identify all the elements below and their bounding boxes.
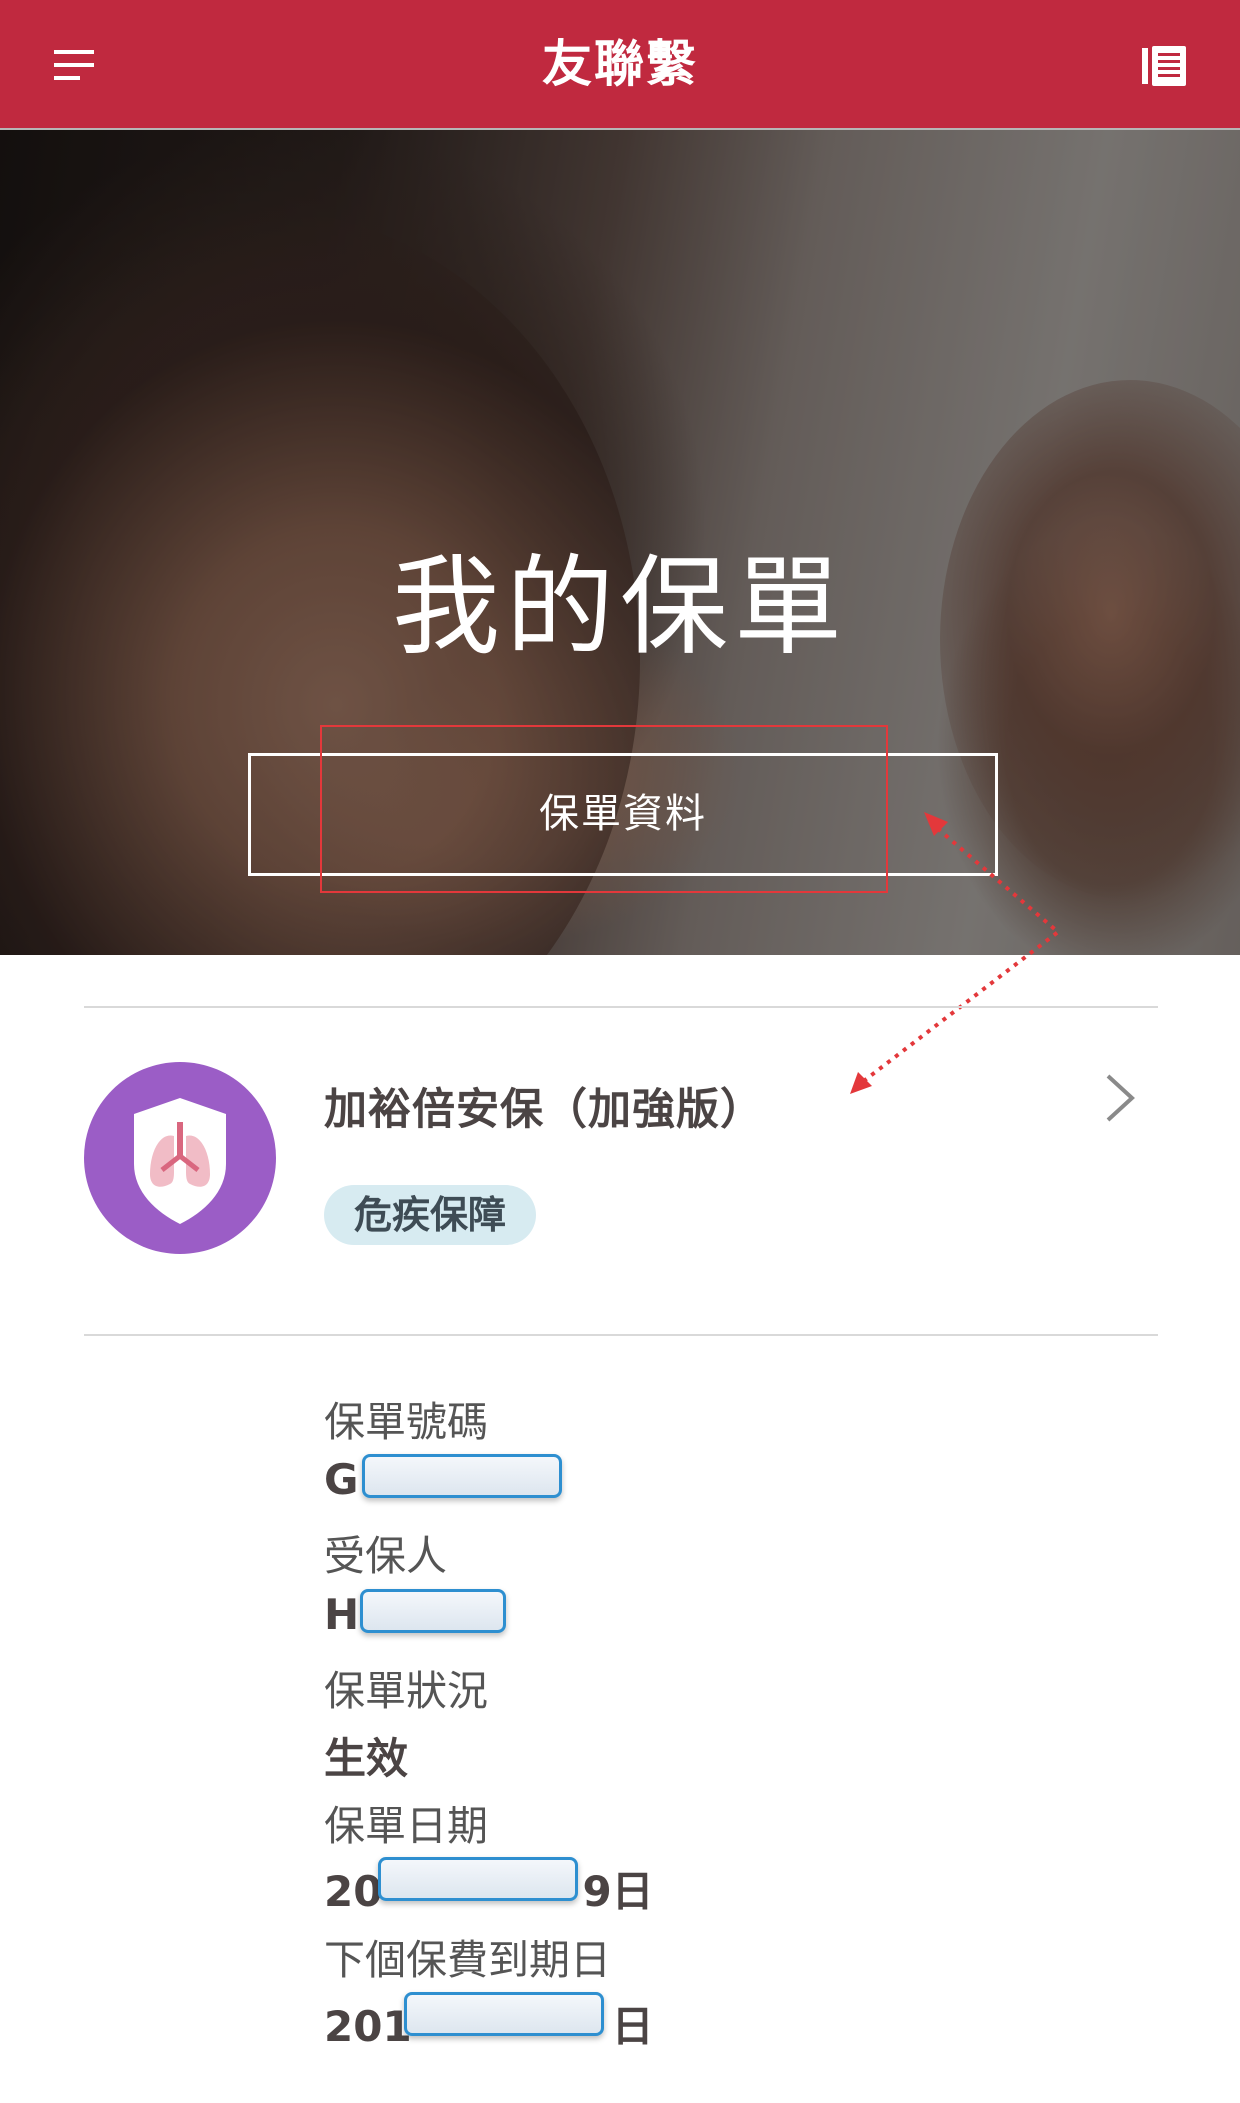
policy-date-label: 保單日期	[324, 1802, 488, 1850]
divider	[84, 1006, 1158, 1008]
next-due-date-label: 下個保費到期日	[324, 1936, 611, 1984]
divider	[84, 1334, 1158, 1336]
redaction-mask	[378, 1857, 578, 1901]
policy-status-label: 保單狀況	[324, 1667, 488, 1715]
coverage-tag: 危疾保障	[324, 1185, 537, 1245]
redaction-mask	[360, 1589, 506, 1633]
policy-status-value: 生效	[324, 1734, 409, 1783]
annotation-dotted-arrow	[850, 812, 1062, 1094]
redaction-mask	[362, 1454, 562, 1498]
redaction-mask	[404, 1992, 604, 2036]
policy-number-label: 保單號碼	[324, 1398, 488, 1446]
chevron-right-icon[interactable]	[1102, 1070, 1138, 1126]
insured-label: 受保人	[324, 1532, 447, 1580]
product-name[interactable]: 加裕倍安保（加強版）	[324, 1075, 764, 1137]
lungs-shield-icon	[84, 1062, 276, 1254]
